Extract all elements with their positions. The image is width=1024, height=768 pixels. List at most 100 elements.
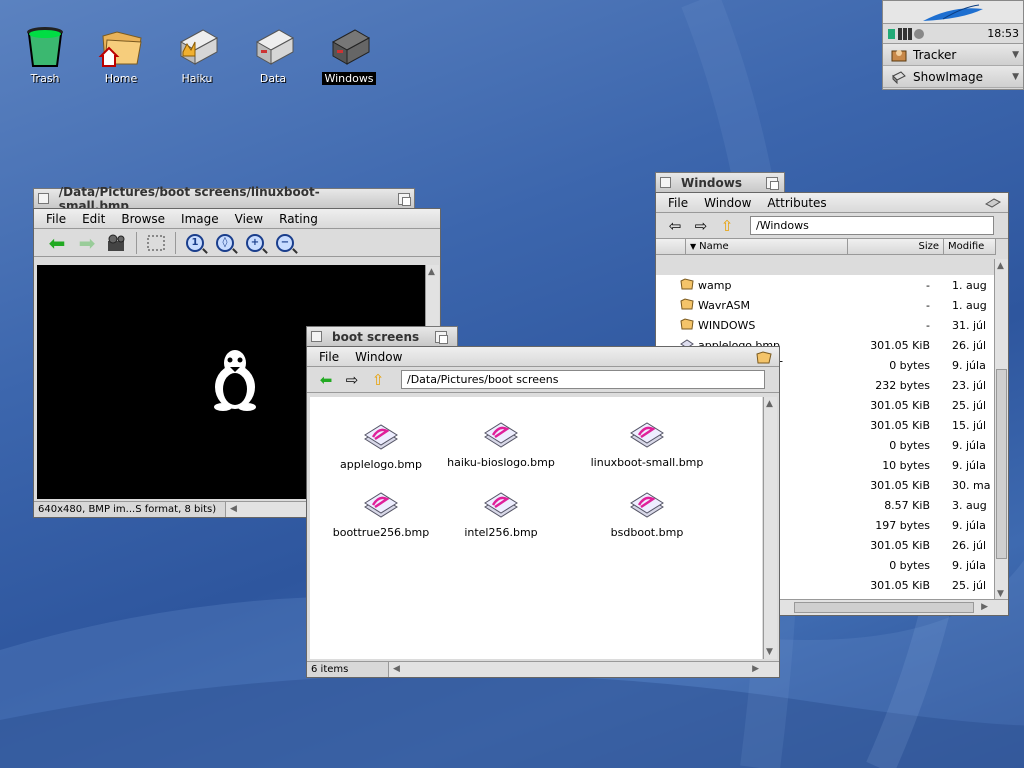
zoom-fit-icon: ◊ [216, 233, 234, 252]
row-name: wamp [698, 278, 732, 292]
fit-to-window-button[interactable]: ◊ [210, 232, 240, 254]
navigation-bar: ⬅ ⇨ ⇧ /Data/Pictures/boot screens [307, 367, 779, 393]
zoom-button[interactable] [435, 330, 449, 344]
deskbar-tray: 18:53 [883, 24, 1023, 44]
back-button[interactable]: ⇦ [662, 216, 688, 236]
up-button[interactable]: ⇧ [714, 216, 740, 236]
up-button[interactable]: ⇧ [365, 370, 391, 390]
desktop-icon-windows[interactable]: Windows [319, 22, 379, 85]
zoom-in-icon: + [246, 233, 264, 252]
next-image-button[interactable]: ➡ [72, 231, 102, 255]
table-row[interactable]: wamp - 1. aug [656, 275, 994, 295]
horizontal-scrollbar[interactable]: ◀ ▶ [389, 662, 779, 677]
scroll-thumb[interactable] [996, 369, 1007, 559]
window-tab[interactable]: /Data/Pictures/boot screens/linuxboot-sm… [33, 185, 415, 213]
deskbar-app-tracker[interactable]: Tracker ▼ [883, 44, 1023, 66]
tracker-icon [891, 49, 907, 61]
menu-file[interactable]: File [311, 350, 347, 364]
slideshow-button[interactable] [102, 232, 132, 254]
desktop-icon-label: Windows [322, 72, 376, 85]
bmp-image-icon [364, 492, 398, 518]
desktop-icon-home[interactable]: Home [91, 22, 151, 85]
column-size[interactable]: Size [848, 239, 944, 254]
close-button[interactable] [311, 331, 322, 342]
back-button[interactable]: ⬅ [313, 370, 339, 390]
row-size: 0 bytes [889, 438, 930, 452]
file-icon-item[interactable]: bsdboot.bmp [582, 487, 712, 539]
row-date: 1. aug [952, 298, 987, 312]
zoom-button[interactable] [765, 176, 779, 190]
volume-icon [984, 197, 1002, 208]
status-bar: 6 items ◀ ▶ [307, 661, 779, 677]
row-size: 8.57 KiB [884, 498, 930, 512]
menu-edit[interactable]: Edit [74, 212, 113, 226]
table-row[interactable]: WavrASM - 1. aug [656, 295, 994, 315]
desktop-icon-haiku[interactable]: Haiku [167, 22, 227, 85]
data-volume-icon [249, 22, 297, 70]
menu-file[interactable]: File [38, 212, 74, 226]
row-date: 26. júl [952, 538, 987, 552]
chevron-down-icon: ▼ [1012, 71, 1019, 82]
menu-view[interactable]: View [227, 212, 271, 226]
menu-window[interactable]: Window [347, 350, 410, 364]
home-folder-icon [97, 22, 145, 70]
zoom-button[interactable] [398, 192, 411, 206]
row-date: 26. júl [952, 338, 987, 352]
row-size: 301.05 KiB [870, 478, 930, 492]
menu-window[interactable]: Window [696, 196, 759, 210]
previous-image-button[interactable]: ⬅ [42, 231, 72, 255]
zoom-in-button[interactable]: + [240, 232, 270, 254]
column-modified[interactable]: Modifie [944, 239, 996, 254]
deskbar-leaf-menu[interactable] [883, 1, 1023, 24]
path-field[interactable]: /Data/Pictures/boot screens [401, 370, 765, 389]
menu-browse[interactable]: Browse [113, 212, 173, 226]
row-size: 301.05 KiB [870, 538, 930, 552]
chevron-down-icon: ▼ [1012, 49, 1019, 60]
file-icon-item[interactable]: applelogo.bmp [316, 419, 446, 471]
menu-attributes[interactable]: Attributes [759, 196, 834, 210]
zoom-out-icon: − [276, 233, 294, 252]
window-tab[interactable]: boot screens [306, 326, 458, 346]
desktop-icon-label: Home [104, 72, 138, 85]
file-icon-item[interactable]: intel256.bmp [436, 487, 566, 539]
close-button[interactable] [38, 193, 49, 204]
tray-icons [888, 27, 924, 40]
scroll-thumb[interactable] [794, 602, 974, 613]
file-icon-item[interactable]: haiku-bioslogo.bmp [436, 417, 566, 469]
deskbar-app-showimage[interactable]: ShowImage ▼ [883, 66, 1023, 88]
haiku-volume-icon [173, 22, 221, 70]
desktop-icon-trash[interactable]: Trash [15, 22, 75, 85]
selection-mode-button[interactable] [141, 232, 171, 254]
scroll-down-icon: ▼ [997, 589, 1004, 599]
desktop-icon-label: Data [259, 72, 287, 85]
file-icon-item[interactable]: linuxboot-small.bmp [582, 417, 712, 469]
path-field[interactable]: /Windows [750, 216, 994, 235]
vertical-scrollbar[interactable]: ▲ ▼ [763, 397, 777, 659]
vertical-scrollbar[interactable]: ▲ ▼ [994, 259, 1008, 601]
deskbar-clock[interactable]: 18:53 [987, 27, 1019, 40]
file-name: bsdboot.bmp [610, 526, 684, 539]
desktop-icon-data[interactable]: Data [243, 22, 303, 85]
menu-image[interactable]: Image [173, 212, 227, 226]
file-name: intel256.bmp [464, 526, 538, 539]
row-size: 301.05 KiB [870, 398, 930, 412]
item-count: 6 items [307, 662, 389, 677]
menu-rating[interactable]: Rating [271, 212, 326, 226]
zoom-out-button[interactable]: − [270, 232, 300, 254]
forward-button[interactable]: ⇨ [688, 216, 714, 236]
icon-view: applelogo.bmp haiku-bioslogo.bmp linuxboot… [310, 397, 762, 659]
window-tab[interactable]: Windows [655, 172, 785, 192]
close-button[interactable] [660, 177, 671, 188]
row-date: 23. júl [952, 378, 987, 392]
forward-button[interactable]: ⇨ [339, 370, 365, 390]
menu-file[interactable]: File [660, 196, 696, 210]
column-name[interactable]: ▼ Name [686, 239, 848, 254]
row-date: 9. júla [952, 458, 986, 472]
desktop-icon-label: Trash [30, 72, 60, 85]
projector-icon [108, 234, 125, 251]
zoom-original-icon: 1 [186, 233, 204, 252]
file-icon-item[interactable]: boottrue256.bmp [316, 487, 446, 539]
row-date: 1. aug [952, 278, 987, 292]
scroll-down-icon: ▼ [766, 647, 773, 657]
original-size-button[interactable]: 1 [180, 232, 210, 254]
